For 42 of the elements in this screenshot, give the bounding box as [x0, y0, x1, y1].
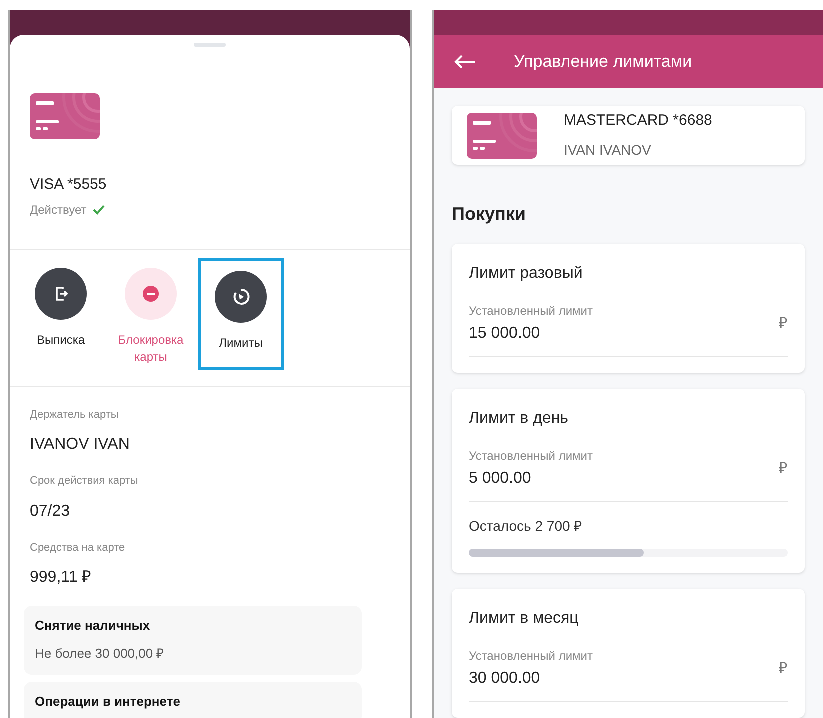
field-label: Средства на карте	[30, 540, 126, 556]
limit-title: Лимит разовый	[469, 264, 584, 284]
limit-title: Лимит в день	[469, 409, 570, 429]
field-value: 07/23	[30, 502, 72, 522]
card-holder: IVAN IVANOV	[564, 141, 652, 160]
limit-title: Снятие наличных	[35, 617, 152, 635]
input-label: Установленный лимит	[469, 448, 594, 465]
card-name: MASTERCARD *6688	[564, 110, 712, 131]
back-arrow-icon[interactable]	[454, 54, 476, 68]
input-label: Установленный лимит	[469, 648, 594, 665]
card-summary[interactable]: MASTERCARD *6688 IVAN IVANOV	[452, 106, 805, 165]
currency-sign: ₽	[779, 658, 788, 679]
input-value: 5 000.00	[469, 469, 532, 489]
remaining-text: Осталось 2 700 ₽	[469, 517, 584, 536]
limit-card[interactable]: Снятие наличных Не более 30 000,00 ₽	[24, 606, 362, 675]
field-label: Срок действия карты	[30, 474, 140, 489]
field-value: 999,11 ₽	[30, 568, 92, 588]
minus-circle-icon	[143, 286, 159, 302]
limit-card[interactable]: Операции в интернете	[24, 682, 362, 718]
gauge-icon	[231, 286, 251, 306]
limit-value: Не более 30 000,00 ₽	[35, 644, 166, 662]
card-name: VISA *5555	[29, 175, 108, 195]
currency-sign: ₽	[779, 314, 788, 334]
limit-input[interactable]: Установленный лимит 30 000.00 ₽	[469, 647, 788, 702]
input-value: 15 000.00	[469, 324, 542, 344]
input-value: 30 000.00	[469, 669, 542, 689]
field-label: Держатель карты	[30, 408, 120, 422]
section-title: Покупки	[452, 203, 527, 226]
action-button[interactable]: Лимиты	[198, 258, 284, 370]
card-status: Действует	[30, 202, 87, 218]
header-title: Управление лимитами	[514, 50, 692, 73]
limit-title: Операции в интернете	[35, 693, 182, 711]
currency-sign: ₽	[779, 458, 788, 479]
action-button[interactable]: Выписка	[18, 258, 104, 370]
action-button[interactable]: Блокировка карты	[108, 258, 194, 370]
limit-input[interactable]: Установленный лимит 15 000.00 ₽	[469, 302, 788, 357]
limit-input[interactable]: Установленный лимит 5 000.00 ₽	[469, 447, 788, 502]
field-value: IVANOV IVAN	[30, 435, 131, 455]
limit-title: Лимит в месяц	[469, 609, 580, 629]
input-label: Установленный лимит	[469, 303, 594, 320]
bank-card-icon	[467, 112, 537, 158]
bank-card-icon	[30, 93, 100, 140]
